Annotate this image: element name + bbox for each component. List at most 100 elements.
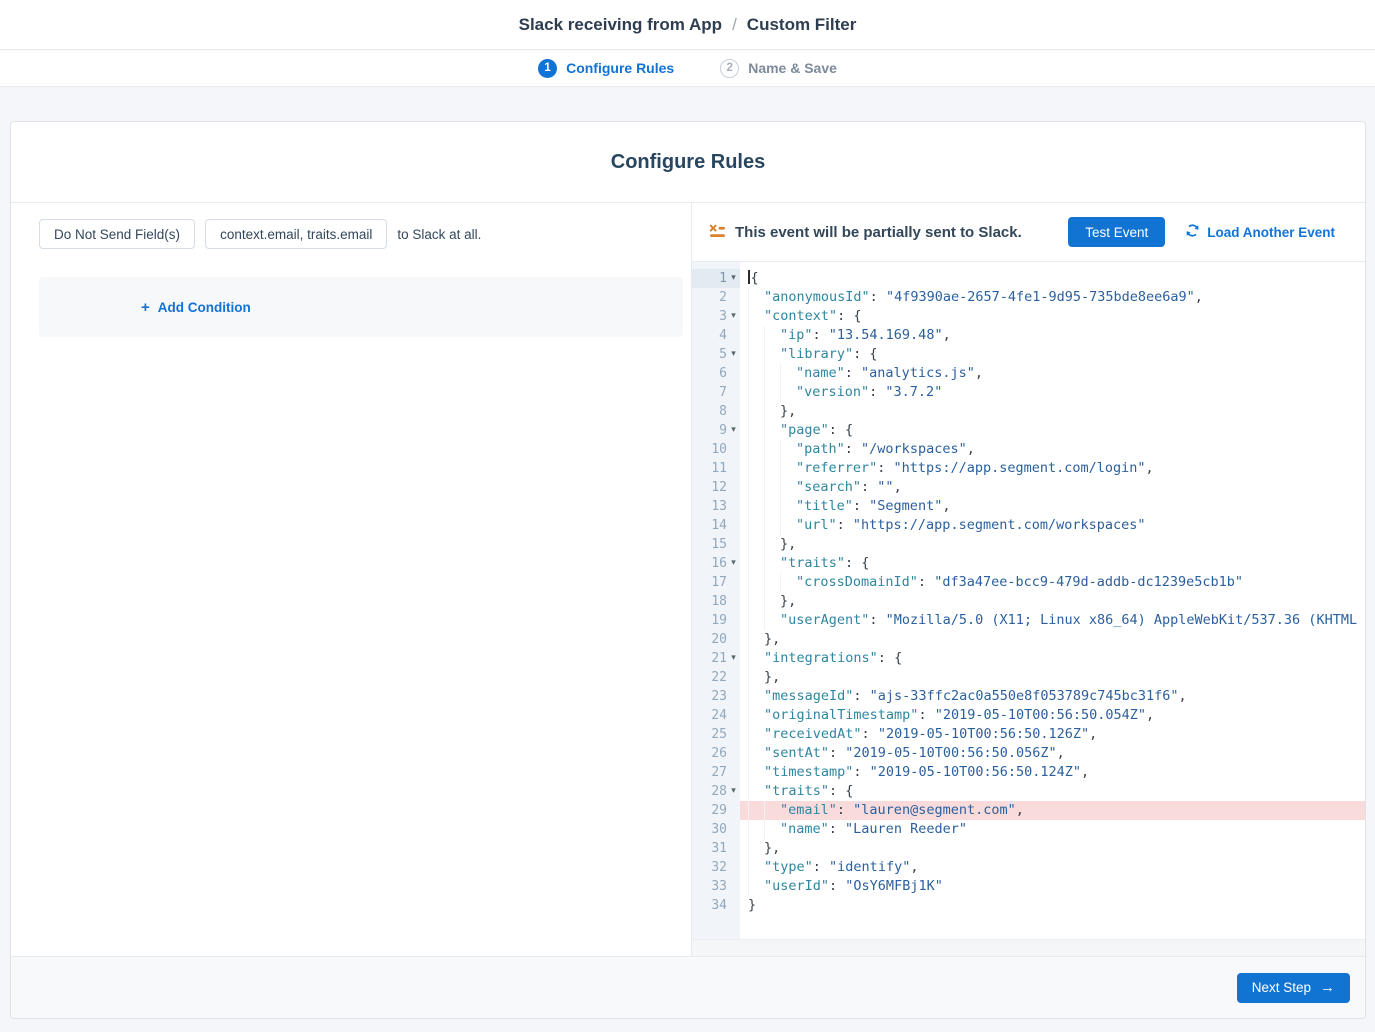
gutter-line-8: 8 <box>692 402 740 421</box>
event-header: This event will be partially sent to Sla… <box>692 203 1365 262</box>
fold-toggle-icon[interactable]: ▾ <box>727 307 740 326</box>
rule-fields-button[interactable]: context.email, traits.email <box>205 219 387 249</box>
fold-toggle-icon[interactable]: ▾ <box>727 345 740 364</box>
gutter-line-30: 30 <box>692 820 740 839</box>
line-number: 32 <box>711 858 727 877</box>
code-line-27: "timestamp": "2019-05-10T00:56:50.124Z", <box>748 763 1365 782</box>
gutter-line-23: 23 <box>692 687 740 706</box>
line-number: 17 <box>711 573 727 592</box>
load-another-event-button[interactable]: Load Another Event <box>1185 223 1335 241</box>
line-number: 3 <box>719 307 727 326</box>
editor-gutter: 1▾23▾45▾6789▾10111213141516▾1718192021▾2… <box>692 262 740 939</box>
code-line-33: "userId": "OsY6MFBj1K" <box>748 877 1365 896</box>
line-number: 34 <box>711 896 727 915</box>
gutter-line-22: 22 <box>692 668 740 687</box>
step-name-save[interactable]: 2 Name & Save <box>720 59 837 78</box>
line-number: 2 <box>719 288 727 307</box>
line-number: 23 <box>711 687 727 706</box>
gutter-line-24: 24 <box>692 706 740 725</box>
gutter-line-17: 17 <box>692 573 740 592</box>
code-line-7: "version": "3.7.2" <box>748 383 1365 402</box>
editor-horizontal-scrollbar[interactable] <box>692 939 1365 956</box>
line-number: 20 <box>711 630 727 649</box>
line-number: 5 <box>719 345 727 364</box>
card-title: Configure Rules <box>611 151 765 174</box>
code-line-8: }, <box>748 402 1365 421</box>
gutter-line-9: 9▾ <box>692 421 740 440</box>
gutter-line-34: 34 <box>692 896 740 915</box>
code-line-32: "type": "identify", <box>748 858 1365 877</box>
line-number: 11 <box>711 459 727 478</box>
code-line-17: "crossDomainId": "df3a47ee-bcc9-479d-add… <box>748 573 1365 592</box>
load-another-event-label: Load Another Event <box>1207 225 1335 240</box>
fold-toggle-icon[interactable]: ▾ <box>727 421 740 440</box>
code-line-6: "name": "analytics.js", <box>748 364 1365 383</box>
breadcrumb-primary: Slack receiving from App <box>519 15 722 34</box>
fold-toggle-icon[interactable]: ▾ <box>727 554 740 573</box>
card-footer: Next Step → <box>11 956 1365 1018</box>
line-number: 1 <box>719 269 727 288</box>
code-line-26: "sentAt": "2019-05-10T00:56:50.056Z", <box>748 744 1365 763</box>
code-line-23: "messageId": "ajs-33ffc2ac0a550e8f053789… <box>748 687 1365 706</box>
code-line-14: "url": "https://app.segment.com/workspac… <box>748 516 1365 535</box>
code-line-12: "search": "", <box>748 478 1365 497</box>
line-number: 21 <box>711 649 727 668</box>
test-event-button[interactable]: Test Event <box>1068 217 1165 247</box>
code-line-15: }, <box>748 535 1365 554</box>
gutter-line-13: 13 <box>692 497 740 516</box>
gutter-line-27: 27 <box>692 763 740 782</box>
code-line-2: "anonymousId": "4f9390ae-2657-4fe1-9d95-… <box>748 288 1365 307</box>
gutter-line-20: 20 <box>692 630 740 649</box>
gutter-line-33: 33 <box>692 877 740 896</box>
code-line-30: "name": "Lauren Reeder" <box>748 820 1365 839</box>
gutter-line-2: 2 <box>692 288 740 307</box>
rule-row: Do Not Send Field(s) context.email, trai… <box>39 219 691 249</box>
code-line-28: "traits": { <box>748 782 1365 801</box>
gutter-line-4: 4 <box>692 326 740 345</box>
line-number: 6 <box>719 364 727 383</box>
code-line-34: } <box>748 896 1365 915</box>
step-configure-rules[interactable]: 1 Configure Rules <box>538 59 674 78</box>
page-background: Configure Rules Do Not Send Field(s) con… <box>0 87 1375 1032</box>
code-line-1: { <box>748 269 1365 288</box>
gutter-line-1: 1▾ <box>692 269 740 288</box>
step-1-circle: 1 <box>538 59 557 78</box>
fold-toggle-icon[interactable]: ▾ <box>727 649 740 668</box>
next-step-button[interactable]: Next Step → <box>1237 973 1350 1003</box>
editor-code[interactable]: {"anonymousId": "4f9390ae-2657-4fe1-9d95… <box>740 262 1365 939</box>
code-line-9: "page": { <box>748 421 1365 440</box>
step-2-label: Name & Save <box>748 60 837 76</box>
line-number: 16 <box>711 554 727 573</box>
text-cursor <box>748 270 750 284</box>
fold-toggle-icon[interactable]: ▾ <box>727 782 740 801</box>
line-number: 33 <box>711 877 727 896</box>
line-number: 29 <box>711 801 727 820</box>
line-number: 18 <box>711 592 727 611</box>
plus-icon: + <box>141 300 150 315</box>
gutter-line-7: 7 <box>692 383 740 402</box>
gutter-line-32: 32 <box>692 858 740 877</box>
card-header: Configure Rules <box>11 122 1365 203</box>
step-1-label: Configure Rules <box>566 60 674 76</box>
code-line-3: "context": { <box>748 307 1365 326</box>
line-number: 31 <box>711 839 727 858</box>
rule-action-button[interactable]: Do Not Send Field(s) <box>39 219 195 249</box>
next-step-label: Next Step <box>1252 980 1311 995</box>
gutter-line-10: 10 <box>692 440 740 459</box>
fold-toggle-icon[interactable]: ▾ <box>727 269 740 288</box>
gutter-line-21: 21▾ <box>692 649 740 668</box>
code-line-13: "title": "Segment", <box>748 497 1365 516</box>
line-number: 4 <box>719 326 727 345</box>
code-line-19: "userAgent": "Mozilla/5.0 (X11; Linux x8… <box>748 611 1365 630</box>
rules-panel: Do Not Send Field(s) context.email, trai… <box>11 203 691 956</box>
code-line-21: "integrations": { <box>748 649 1365 668</box>
add-condition-button[interactable]: + Add Condition <box>141 300 251 315</box>
code-line-11: "referrer": "https://app.segment.com/log… <box>748 459 1365 478</box>
json-editor[interactable]: 1▾23▾45▾6789▾10111213141516▾1718192021▾2… <box>692 262 1365 939</box>
code-line-18: }, <box>748 592 1365 611</box>
refresh-icon <box>1185 223 1200 241</box>
line-number: 12 <box>711 478 727 497</box>
code-line-25: "receivedAt": "2019-05-10T00:56:50.126Z"… <box>748 725 1365 744</box>
line-number: 22 <box>711 668 727 687</box>
code-line-16: "traits": { <box>748 554 1365 573</box>
